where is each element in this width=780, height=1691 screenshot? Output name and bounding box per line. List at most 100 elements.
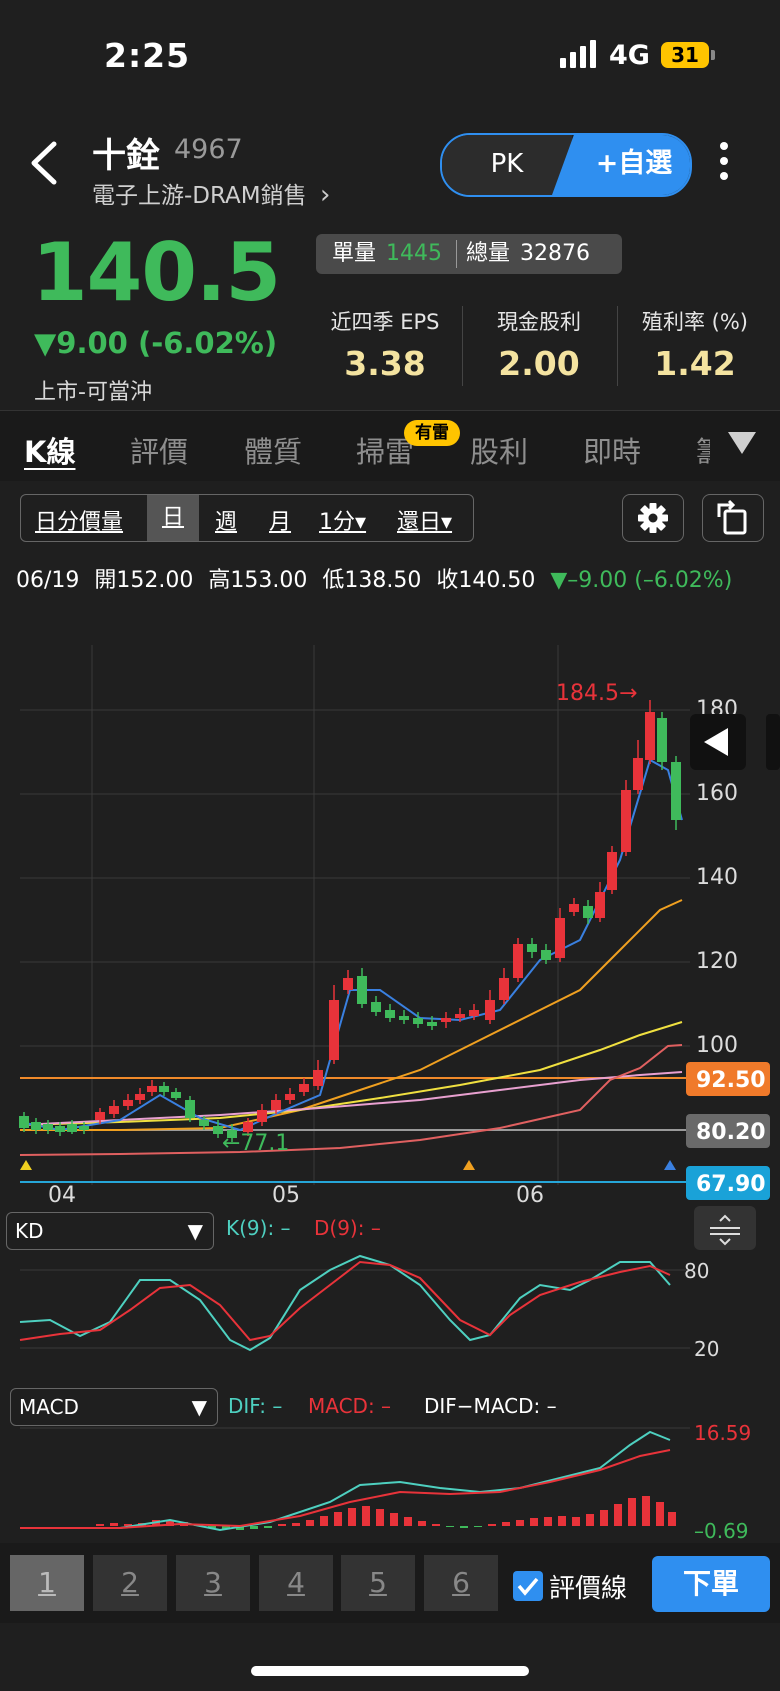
macd-bar <box>656 1502 664 1526</box>
layout-page-4[interactable]: 4 <box>259 1555 333 1611</box>
candle-body <box>271 1100 281 1110</box>
pk-button[interactable]: PK <box>442 135 572 195</box>
rotate-button[interactable] <box>702 494 764 542</box>
indicator-select-kd[interactable]: KD ▼ <box>6 1212 214 1250</box>
macd-macd-line <box>20 1449 671 1529</box>
tab-valuation[interactable]: 評價 <box>130 429 188 471</box>
macd-bar <box>278 1524 286 1526</box>
candle-body <box>147 1086 157 1092</box>
macd-bar <box>628 1498 636 1526</box>
macd-bar <box>96 1524 104 1526</box>
macd-bar <box>558 1516 566 1526</box>
kd-tick: 80 <box>684 1259 709 1283</box>
layout-page-5[interactable]: 5 <box>341 1555 415 1611</box>
tab-kline[interactable]: K線 <box>24 429 75 471</box>
status-time: 2:25 <box>104 36 191 75</box>
macd-bar <box>474 1526 482 1527</box>
signal-icon <box>560 40 596 68</box>
macd-bar <box>572 1517 580 1526</box>
candle-body <box>357 976 367 1004</box>
candle-body <box>19 1116 29 1128</box>
back-chevron-icon[interactable] <box>26 140 66 186</box>
kd-d-line <box>19 1260 671 1342</box>
adjust-select[interactable]: 還日▾ <box>397 504 452 536</box>
kline-chart[interactable]: 184.5→ ←77.1 180 160 140 120 100 04 05 0… <box>0 600 780 1600</box>
tab-dividend[interactable]: 股利 <box>470 429 528 471</box>
candle-body <box>399 1016 409 1020</box>
order-button[interactable]: 下單 <box>652 1556 770 1612</box>
macd-bar <box>250 1526 258 1529</box>
risk-badge: 有雷 <box>404 420 460 446</box>
kd-d-value: D(9): – <box>314 1216 381 1240</box>
stock-category-link[interactable]: 電子上游-DRAM銷售 › <box>92 176 330 210</box>
valuation-line-checkbox[interactable] <box>513 1571 543 1601</box>
indicator-select-macd[interactable]: MACD ▼ <box>10 1388 218 1426</box>
stat-dividend-value: 2.00 <box>498 344 580 383</box>
pk-add-group: PK +自選 <box>440 133 692 197</box>
candle-body <box>607 852 617 890</box>
network-label: 4G <box>609 40 650 71</box>
tab-chips[interactable]: 籌 <box>696 429 710 471</box>
ohlc-close: 收140.50 <box>436 568 536 593</box>
ohlc-low: 低138.50 <box>322 568 422 593</box>
stock-code: 4967 <box>174 134 243 165</box>
period-day[interactable]: 日 <box>147 495 199 541</box>
layout-page-2[interactable]: 2 <box>93 1555 167 1611</box>
candle-body <box>499 978 509 1000</box>
price-tag-orange: 92.50 <box>696 1068 766 1093</box>
macd-dif-value: DIF: – <box>228 1394 283 1418</box>
panel-resize-button[interactable] <box>694 1206 756 1250</box>
add-watchlist-button[interactable]: +自選 <box>578 135 690 195</box>
macd-bar <box>446 1526 454 1527</box>
macd-bar <box>488 1524 496 1526</box>
macd-bar <box>502 1522 510 1526</box>
candle-body <box>485 1000 495 1020</box>
candle-body <box>123 1100 133 1106</box>
period-month[interactable]: 月 <box>269 504 291 536</box>
period-week[interactable]: 週 <box>215 504 237 536</box>
candle-body <box>159 1086 169 1092</box>
macd-bar <box>600 1510 608 1526</box>
period-minute-select[interactable]: 1分▾ <box>319 504 366 536</box>
macd-bar <box>334 1512 342 1526</box>
stat-dividend-label: 現金股利 <box>497 310 581 334</box>
settings-button[interactable] <box>622 494 684 542</box>
x-tick: 05 <box>272 1183 300 1208</box>
layout-page-1[interactable]: 1 <box>10 1555 84 1611</box>
tab-expand-icon[interactable] <box>728 432 756 454</box>
candle-body <box>55 1126 65 1132</box>
layout-page-3[interactable]: 3 <box>176 1555 250 1611</box>
single-volume-label: 單量 <box>332 241 377 266</box>
macd-bar <box>418 1521 426 1526</box>
triangle-marker-blue <box>664 1160 676 1170</box>
more-options-icon[interactable] <box>720 142 728 187</box>
low-marker: ←77.1 <box>222 1131 289 1156</box>
macd-bar <box>320 1516 328 1526</box>
valuation-line-label: 評價線 <box>549 1574 628 1604</box>
stat-yield: 殖利率 (%) 1.42 <box>620 306 770 383</box>
tab-fundamentals[interactable]: 體質 <box>244 429 302 471</box>
candle-body <box>135 1094 145 1100</box>
tab-realtime[interactable]: 即時 <box>583 429 641 471</box>
candle-body <box>441 1018 451 1022</box>
macd-select-label: MACD <box>19 1395 79 1419</box>
single-volume-value: 1445 <box>386 241 442 266</box>
candle-body <box>95 1112 105 1120</box>
layout-page-6[interactable]: 6 <box>424 1555 498 1611</box>
volume-box: 單量 1445 總量 32876 <box>316 234 622 274</box>
period-daily-volume[interactable]: 日分價量 <box>35 504 123 536</box>
stock-category: 電子上游-DRAM銷售 <box>92 183 307 209</box>
kd-k-value: K(9): – <box>226 1216 291 1240</box>
candle-body <box>199 1120 209 1126</box>
candle-body <box>371 1002 381 1012</box>
ohlc-open: 開152.00 <box>94 568 194 593</box>
candle-body <box>555 918 565 958</box>
stat-divider <box>462 306 463 386</box>
candle-body <box>109 1106 119 1114</box>
candle-body <box>329 1000 339 1060</box>
macd-bar <box>390 1513 398 1526</box>
candle-body <box>621 790 631 852</box>
y-tick: 120 <box>696 949 738 974</box>
caret-down-icon: ▼ <box>187 1219 203 1243</box>
current-price: 140.5 <box>32 226 281 319</box>
